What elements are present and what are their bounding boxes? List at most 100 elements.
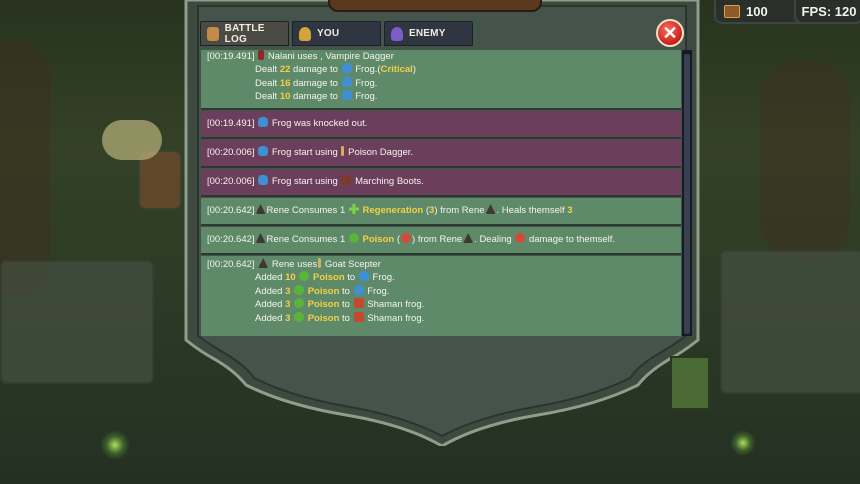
boots-icon: [341, 175, 352, 185]
log-text: to: [342, 299, 350, 311]
tab-label: YOU: [317, 28, 340, 39]
frog-icon: [341, 90, 352, 101]
tab-enemy[interactable]: ENEMY: [384, 21, 473, 46]
poison-amount-icon: [401, 233, 411, 243]
log-entry: [00:20.006] Frog start using Poison Dagg…: [201, 140, 681, 168]
log-subline: Dealt 10 damage to Frog.: [207, 90, 675, 103]
log-text: Dealt: [255, 77, 278, 89]
effect-name: Poison: [362, 234, 395, 245]
gold-value: 100: [746, 3, 768, 19]
frog-icon: [258, 117, 269, 127]
rene-icon: [485, 204, 496, 214]
log-scrollbar[interactable]: [682, 50, 692, 336]
log-header: [00:20.642] Rene Consumes 1 Regeneration …: [207, 198, 675, 224]
tab-bar: BATTLE LOG YOU ENEMY: [200, 21, 473, 48]
stack-value: 10: [285, 272, 296, 284]
log-text: Frog start using: [271, 147, 338, 158]
log-entry: [00:20.006] Frog start using Marching Bo…: [201, 169, 681, 197]
tab-battle-log[interactable]: BATTLE LOG: [200, 21, 289, 46]
rene-icon: [463, 233, 474, 243]
close-icon: ✕: [662, 23, 678, 43]
board-preview: [670, 356, 710, 410]
scrollbar-thumb[interactable]: [684, 54, 690, 334]
vampire-dagger-icon: [258, 50, 265, 60]
timestamp: [00:20.642]: [207, 234, 255, 245]
damage-value: 22: [279, 64, 291, 76]
log-text: Added: [255, 299, 283, 311]
close-button[interactable]: ✕: [656, 19, 684, 47]
log-text: Dealt: [255, 64, 278, 76]
stack-value: 3: [285, 299, 291, 311]
frog-icon: [258, 175, 269, 185]
tab-label: BATTLE LOG: [224, 22, 265, 45]
poison-icon: [294, 311, 305, 322]
frog-icon: [341, 63, 352, 74]
poison-dagger-icon: [341, 146, 345, 156]
separator: ,: [320, 51, 323, 62]
log-subline: Added 3 Poison to Frog.: [207, 284, 675, 298]
log-text: Added: [255, 312, 283, 324]
shaman-frog-icon: [353, 311, 364, 322]
paren: ): [412, 234, 416, 245]
log-text: Rene Consumes 1: [266, 234, 346, 245]
log-entry: [00:20.642] Rene Consumes 1 Poison () fro…: [201, 227, 681, 255]
log-header: [00:20.642] Rene uses Goat Scepter: [207, 258, 675, 271]
stone-wall-right: [720, 250, 860, 394]
rene-icon: [255, 204, 266, 214]
log-text: to: [347, 272, 356, 284]
log-text: . Heals themself: [496, 205, 565, 216]
log-text: from Rene: [417, 234, 463, 245]
firefly-glow: [730, 430, 756, 456]
effect-name: Regeneration: [362, 205, 424, 216]
log-header: [00:19.491] Frog was knocked out.: [207, 111, 675, 137]
scroll-icon: [207, 26, 219, 41]
log-text: Added: [255, 285, 283, 297]
damage-value: 16: [279, 77, 291, 89]
rene-icon: [258, 258, 269, 268]
item-name: Goat Scepter: [324, 259, 381, 270]
stone-wall-left: [0, 260, 154, 384]
item-name: Poison Dagger.: [348, 147, 414, 158]
log-header: [00:19.491] Nalani uses , Vampire Dagger: [207, 50, 675, 63]
log-text: Nalani uses: [267, 51, 318, 62]
shaman-frog-icon: [353, 298, 364, 309]
target-name: Shaman frog.: [367, 312, 425, 324]
helmet-icon: [299, 26, 311, 41]
log-entry: [00:20.642] Rene Consumes 1 Regeneration …: [201, 198, 681, 226]
stack-value: 3: [285, 285, 291, 297]
log-text: damage to: [293, 91, 338, 103]
log-text: Frog was knocked out.: [271, 118, 368, 129]
log-entry: [00:20.642] Rene uses Goat Scepter Added…: [201, 256, 681, 336]
top-ornament: [328, 0, 542, 12]
effect-name: Poison: [312, 272, 345, 284]
log-text: damage to: [293, 64, 338, 76]
timestamp: [00:20.006]: [207, 176, 255, 187]
gold-counter: 100: [714, 0, 806, 24]
bush: [102, 120, 162, 160]
log-subline: Added 3 Poison to Shaman frog.: [207, 311, 675, 325]
poison-icon: [348, 233, 359, 243]
log-text: to: [342, 285, 350, 297]
effect-name: Poison: [307, 285, 340, 297]
log-text: damage to: [293, 77, 338, 89]
effect-name: Poison: [307, 299, 340, 311]
frog-icon: [353, 284, 364, 295]
target-name: Frog.: [355, 64, 378, 76]
fps-value: FPS: 120: [801, 3, 857, 19]
timestamp: [00:19.491]: [207, 118, 255, 129]
log-subline: Dealt 22 damage to Frog.(Critical): [207, 63, 675, 76]
log-text: to: [342, 312, 350, 324]
target-name: Shaman frog.: [367, 299, 425, 311]
purple-helmet-icon: [391, 26, 403, 41]
log-text: damage to themself.: [528, 234, 616, 245]
frog-icon: [258, 146, 269, 156]
fps-counter: FPS: 120: [794, 0, 860, 24]
poison-icon: [294, 284, 305, 295]
effect-name: Poison: [307, 312, 340, 324]
tab-label: ENEMY: [409, 28, 446, 39]
log-entry: [00:19.491] Nalani uses , Vampire Dagger…: [201, 50, 681, 110]
goat-scepter-icon: [318, 258, 322, 268]
tab-you[interactable]: YOU: [292, 21, 381, 46]
timestamp: [00:19.491]: [207, 51, 255, 62]
battle-log-list: [00:19.491] Nalani uses , Vampire Dagger…: [201, 50, 681, 336]
